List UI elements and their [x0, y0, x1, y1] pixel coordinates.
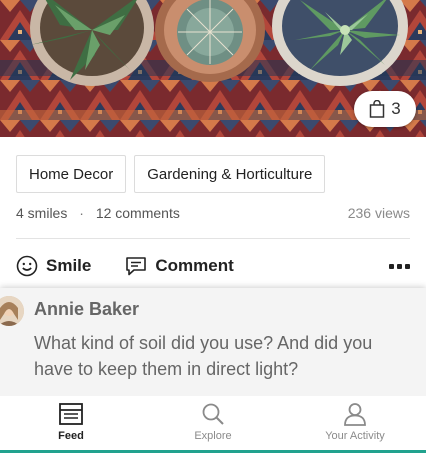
avatar	[0, 296, 24, 326]
smiles-count[interactable]: 4 smiles	[16, 205, 67, 221]
nav-explore-label: Explore	[194, 430, 232, 442]
divider	[16, 238, 410, 239]
smile-label: Smile	[46, 256, 92, 275]
nav-feed-label: Feed	[58, 430, 84, 442]
tag-gardening[interactable]: Gardening & Horticulture	[134, 155, 326, 193]
comment-label: Comment	[155, 256, 234, 275]
person-icon	[344, 403, 366, 426]
shopping-bag-icon	[370, 100, 385, 118]
comment-author[interactable]: Annie Baker	[34, 299, 139, 320]
smile-button[interactable]: Smile	[16, 255, 91, 277]
nav-feed[interactable]: Feed	[0, 396, 142, 450]
comment-button[interactable]: Comment	[125, 255, 234, 277]
nav-explore[interactable]: Explore	[142, 396, 284, 450]
comments-count[interactable]: 12 comments	[96, 205, 180, 221]
search-icon	[202, 403, 224, 425]
feed-icon	[59, 403, 83, 425]
smile-icon	[16, 255, 38, 277]
comment-preview[interactable]: Annie Baker What kind of soil did you us…	[0, 288, 426, 396]
post-photo[interactable]: 3	[0, 0, 426, 137]
post-stats: 4 smiles · 12 comments 236 views	[16, 205, 410, 221]
more-icon	[389, 263, 394, 269]
tag-home-decor[interactable]: Home Decor	[16, 155, 127, 193]
views-count: 236 views	[347, 205, 410, 221]
bottom-nav: Feed Explore Your Activity	[0, 396, 426, 453]
comment-text: What kind of soil did you use? And did y…	[34, 333, 373, 379]
shop-items-badge[interactable]: 3	[354, 91, 416, 127]
stats-separator: ·	[79, 205, 84, 221]
shop-items-count: 3	[391, 99, 401, 118]
comment-icon	[126, 257, 147, 276]
tag-list: Home Decor Gardening & Horticulture	[16, 155, 326, 193]
nav-your-activity[interactable]: Your Activity	[284, 396, 426, 450]
post-actions: Smile Comment	[16, 252, 410, 280]
nav-your-activity-label: Your Activity	[325, 430, 385, 442]
more-options-button[interactable]	[389, 263, 410, 269]
